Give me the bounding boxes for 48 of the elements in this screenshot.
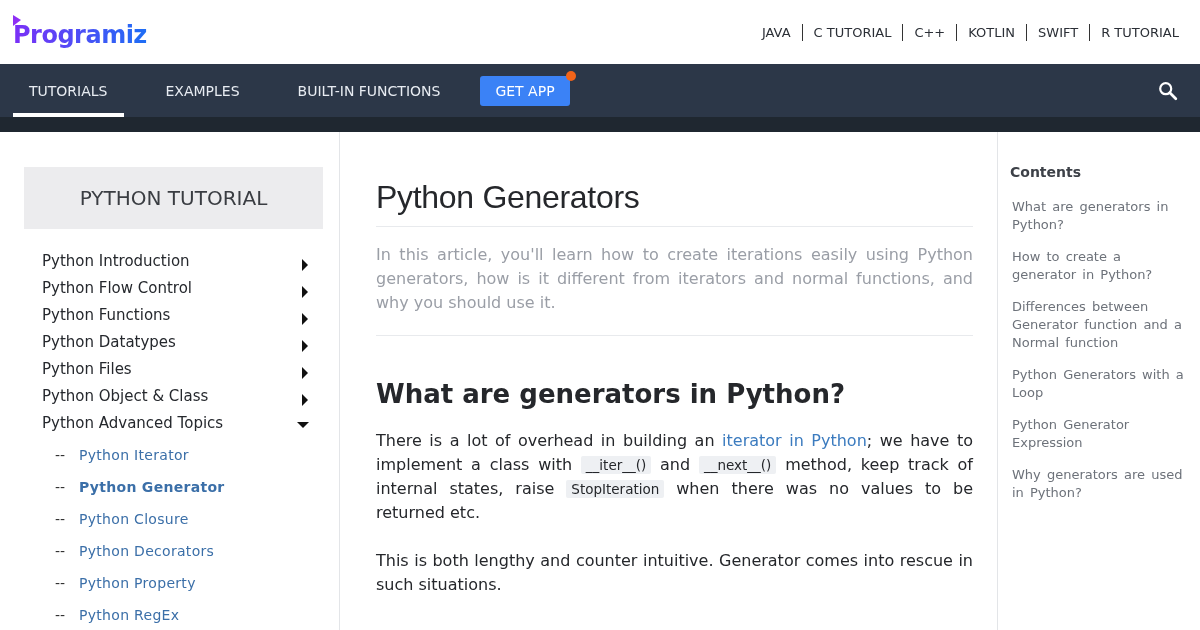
nav-tab[interactable]: EXAMPLES — [149, 64, 256, 117]
intro-paragraph: In this article, you'll learn how to create iterations easily using Python generators, how is it different from iterators and normal functions, and why you should use it. — [376, 243, 973, 336]
top-link[interactable]: KOTLIN — [956, 23, 1027, 41]
contents-title: Contents — [1010, 164, 1083, 180]
sidebar-link[interactable]: Python Iterator — [79, 447, 189, 463]
nav-tab[interactable]: BUILT-IN FUNCTIONS — [281, 64, 457, 117]
nav-tab[interactable]: TUTORIALS — [13, 64, 124, 117]
sidebar-item[interactable]: Python Functions — [24, 301, 323, 328]
sidebar-item[interactable]: Python Flow Control — [24, 274, 323, 301]
site-logo[interactable]: Programiz — [13, 21, 147, 49]
sidebar-item[interactable]: Python Object & Class — [24, 382, 323, 409]
contents-link[interactable]: How to create a generator in Python? — [1012, 248, 1186, 284]
inline-code: __next__() — [698, 456, 777, 474]
contents-link[interactable]: What are generators in Python? — [1012, 198, 1186, 234]
top-link[interactable]: SWIFT — [1026, 23, 1090, 41]
top-link[interactable]: R TUTORIAL — [1089, 23, 1190, 41]
sidebar-item[interactable]: Python Advanced Topics — [24, 409, 323, 436]
search-icon[interactable] — [1157, 79, 1179, 102]
list-dash: -- — [55, 447, 67, 463]
top-link[interactable]: C TUTORIAL — [801, 23, 903, 41]
article-title: Python Generators — [376, 179, 973, 227]
list-dash: -- — [55, 543, 67, 559]
sidebar-link[interactable]: Python Property — [79, 575, 196, 591]
contents-link[interactable]: Why generators are used in Python? — [1012, 466, 1186, 502]
list-dash: -- — [55, 479, 67, 495]
inline-code: StopIteration — [566, 480, 665, 498]
list-dash: -- — [55, 575, 67, 591]
sidebar-link[interactable]: Python Decorators — [79, 543, 215, 559]
top-link[interactable]: JAVA — [750, 23, 802, 41]
inline-code: __iter__() — [580, 456, 652, 474]
list-dash: -- — [55, 511, 67, 527]
sidebar-link[interactable]: Python Closure — [79, 511, 189, 527]
inline-link[interactable]: iterator in Python — [722, 431, 867, 450]
sidebar-item[interactable]: Python Files — [24, 355, 323, 382]
sidebar-title: PYTHON TUTORIAL — [24, 167, 323, 229]
contents-link[interactable]: Python Generators with a Loop — [1012, 366, 1186, 402]
body-paragraph: This is both lengthy and counter intuitive. Generator comes into rescue in such situations. — [376, 550, 973, 596]
contents-link[interactable]: Python Generator Expression — [1012, 416, 1186, 452]
section-heading: What are generators in Python? — [376, 379, 846, 409]
get-app-button[interactable]: GET APP — [480, 75, 570, 106]
list-dash: -- — [55, 607, 67, 623]
contents-link[interactable]: Differences between Generator function and a Normal function — [1012, 298, 1186, 352]
sidebar-link[interactable]: Python Generator — [79, 479, 225, 495]
body-paragraph: There is a lot of overhead in building an iterator in Python; we have to implement a class with __iter__() and __next__() method, keep track of internal states, raise StopIteration when there was no values to be returned etc. — [376, 430, 973, 524]
sidebar-item[interactable]: Python Datatypes — [24, 328, 323, 355]
sidebar-item[interactable]: Python Introduction — [24, 247, 323, 274]
sidebar-link[interactable]: Python RegEx — [79, 607, 180, 623]
top-link[interactable]: C++ — [902, 23, 957, 41]
